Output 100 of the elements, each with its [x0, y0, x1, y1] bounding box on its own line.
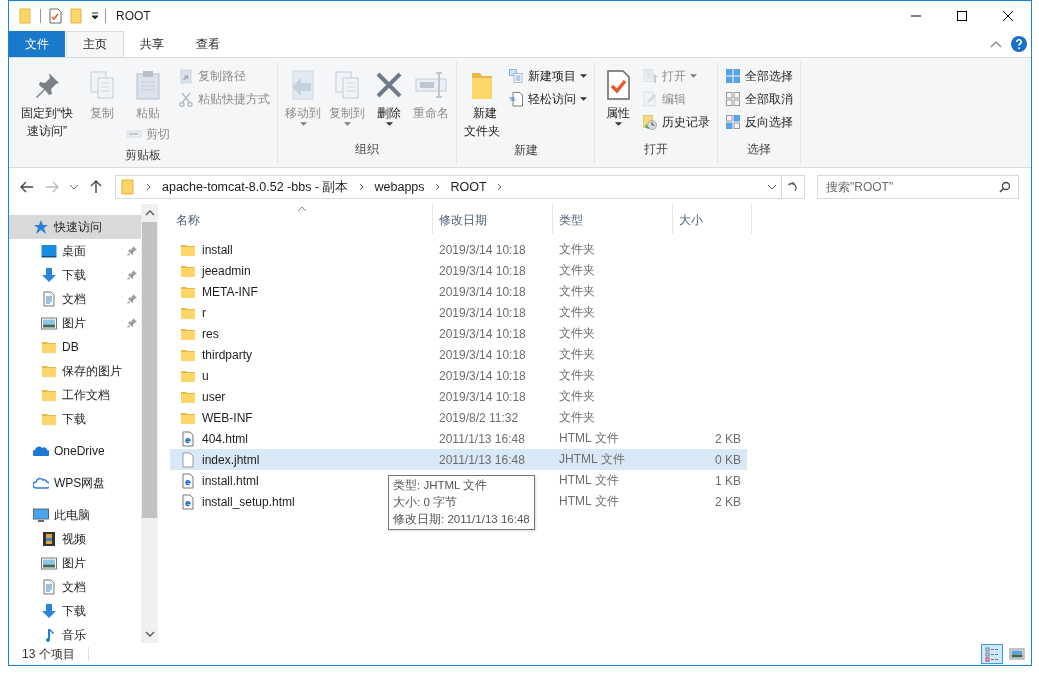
group-label: 组织	[354, 141, 380, 158]
chevron-icon[interactable]	[496, 183, 503, 191]
file-name: jeeadmin	[202, 263, 251, 278]
date-cell: 2019/3/14 10:18	[439, 368, 526, 383]
nav-item[interactable]: 文档	[9, 575, 141, 599]
ribbon-button[interactable]: 新建项目	[505, 65, 590, 87]
nav-item[interactable]: 音乐	[9, 623, 141, 643]
ribbon-button[interactable]: 反向选择	[722, 111, 796, 133]
details-view-button[interactable]	[981, 644, 1003, 664]
type-cell: JHTML 文件	[559, 451, 625, 468]
type-cell: 文件夹	[559, 325, 595, 342]
ribbon-button[interactable]: 属性	[599, 65, 637, 126]
date-cell: 2019/3/14 10:18	[439, 305, 526, 320]
file-name: install	[202, 242, 233, 257]
ribbon-button[interactable]: 全部选择	[722, 65, 796, 87]
column-header[interactable]: 大小	[673, 204, 752, 234]
film-icon	[41, 531, 57, 547]
picture-icon	[1009, 646, 1025, 662]
ribbon-tab[interactable]: 主页	[66, 31, 124, 57]
scroll-down-icon[interactable]	[144, 631, 155, 637]
ribbon-button[interactable]: 历史记录	[639, 111, 713, 133]
type-cell: 文件夹	[559, 262, 595, 279]
size-cell: 2 KB	[715, 431, 741, 446]
chevron-icon[interactable]	[434, 183, 441, 191]
date-cell: 2019/3/14 10:18	[439, 284, 526, 299]
select-all-icon	[725, 68, 741, 84]
nav-item[interactable]: 下载	[9, 407, 141, 431]
tooltip-line: 类型: JHTML 文件	[393, 478, 489, 493]
nav-item[interactable]: 工作文档	[9, 383, 141, 407]
up-icon[interactable]	[88, 179, 104, 195]
ribbon-button[interactable]: 全部取消	[722, 88, 796, 110]
refresh-icon	[787, 181, 799, 193]
column-header[interactable]: 类型	[553, 204, 673, 234]
html-file-icon	[180, 493, 196, 510]
ribbon-tab[interactable]: 共享	[124, 31, 180, 57]
nav-item[interactable]: 保存的图片	[9, 359, 141, 383]
nav-item[interactable]: 文档	[9, 287, 141, 311]
size-cell: 1 KB	[715, 473, 741, 488]
ribbon-button[interactable]: 轻松访问	[505, 88, 590, 110]
chevron-icon[interactable]	[146, 183, 152, 191]
breadcrumb[interactable]: apache-tomcat-8.0.52 -bbs - 副本	[162, 178, 349, 196]
nav-item[interactable]: 桌面	[9, 239, 141, 263]
customize-dropdown-icon[interactable]	[91, 12, 99, 20]
nav-item[interactable]: OneDrive	[9, 439, 141, 463]
column-header[interactable]: 名称	[170, 204, 433, 234]
nav-item[interactable]: DB	[9, 335, 141, 359]
help-icon[interactable]	[1011, 36, 1027, 52]
desktop-icon	[41, 243, 57, 259]
breadcrumb[interactable]: webapps	[374, 180, 425, 194]
type-cell: 文件夹	[559, 346, 595, 363]
edit-icon	[642, 91, 658, 107]
column-header[interactable]: 修改日期	[433, 204, 553, 234]
date-cell: 2019/3/14 10:18	[439, 326, 526, 341]
collapse-ribbon-icon[interactable]	[990, 40, 1002, 48]
date-cell: 2011/1/13 16:48	[439, 452, 525, 467]
nav-item[interactable]: 图片	[9, 311, 141, 335]
group-label: 选择	[746, 141, 772, 158]
ribbon-button[interactable]: 固定到“快速访问”	[13, 65, 81, 140]
nav-item[interactable]: 图片	[9, 551, 141, 575]
dropdown-icon[interactable]	[767, 184, 777, 190]
back-icon[interactable]	[19, 179, 35, 195]
folder-icon	[41, 363, 57, 379]
breadcrumb[interactable]: ROOT	[450, 180, 487, 194]
checkmark-page-icon[interactable]	[47, 8, 63, 24]
type-cell: 文件夹	[559, 409, 595, 426]
search-field[interactable]: 搜索"ROOT"	[817, 175, 1019, 199]
refresh-button[interactable]	[781, 175, 805, 199]
scissors-icon	[178, 91, 194, 107]
ribbon-button[interactable]: 新建文件夹	[461, 65, 503, 140]
folder-icon	[41, 387, 57, 403]
type-cell: HTML 文件	[559, 430, 619, 447]
file-menu-tab[interactable]: 文件	[9, 31, 65, 57]
file-name: 404.html	[202, 431, 249, 446]
item-count: 13 个项目	[22, 645, 75, 663]
nav-item[interactable]: 下载	[9, 263, 141, 287]
type-cell: 文件夹	[559, 304, 595, 321]
scroll-thumb[interactable]	[142, 222, 157, 518]
date-cell: 2011/1/13 16:48	[439, 431, 525, 446]
shortcut-icon	[178, 68, 194, 84]
ribbon-button[interactable]: 删除	[370, 65, 408, 126]
nav-item[interactable]: 下载	[9, 599, 141, 623]
page-icon	[508, 91, 524, 107]
search-icon[interactable]	[999, 181, 1011, 193]
type-cell: 文件夹	[559, 283, 595, 300]
file-row[interactable]: index.jhtml 2011/1/13 16:48 JHTML 文件 0 KB	[170, 449, 747, 470]
file-name: index.jhtml	[202, 452, 260, 467]
download-icon	[41, 267, 57, 283]
folder-icon	[120, 179, 136, 195]
nav-item[interactable]: WPS网盘	[9, 471, 141, 495]
address-bar[interactable]: apache-tomcat-8.0.52 -bbs - 副本 webapps ROOT	[115, 175, 782, 199]
ribbon-tab[interactable]: 查看	[180, 31, 236, 57]
nav-item[interactable]: 快速访问	[9, 215, 141, 239]
chevron-icon[interactable]	[358, 183, 365, 191]
recent-dropdown-icon[interactable]	[69, 184, 79, 190]
nav-item[interactable]: 此电脑	[9, 503, 141, 527]
file-name: WEB-INF	[202, 410, 253, 425]
nav-item[interactable]: 视频	[9, 527, 141, 551]
scroll-up-icon[interactable]	[144, 210, 155, 216]
file-name: META-INF	[202, 284, 258, 299]
date-cell: 2019/3/14 10:18	[439, 242, 526, 257]
